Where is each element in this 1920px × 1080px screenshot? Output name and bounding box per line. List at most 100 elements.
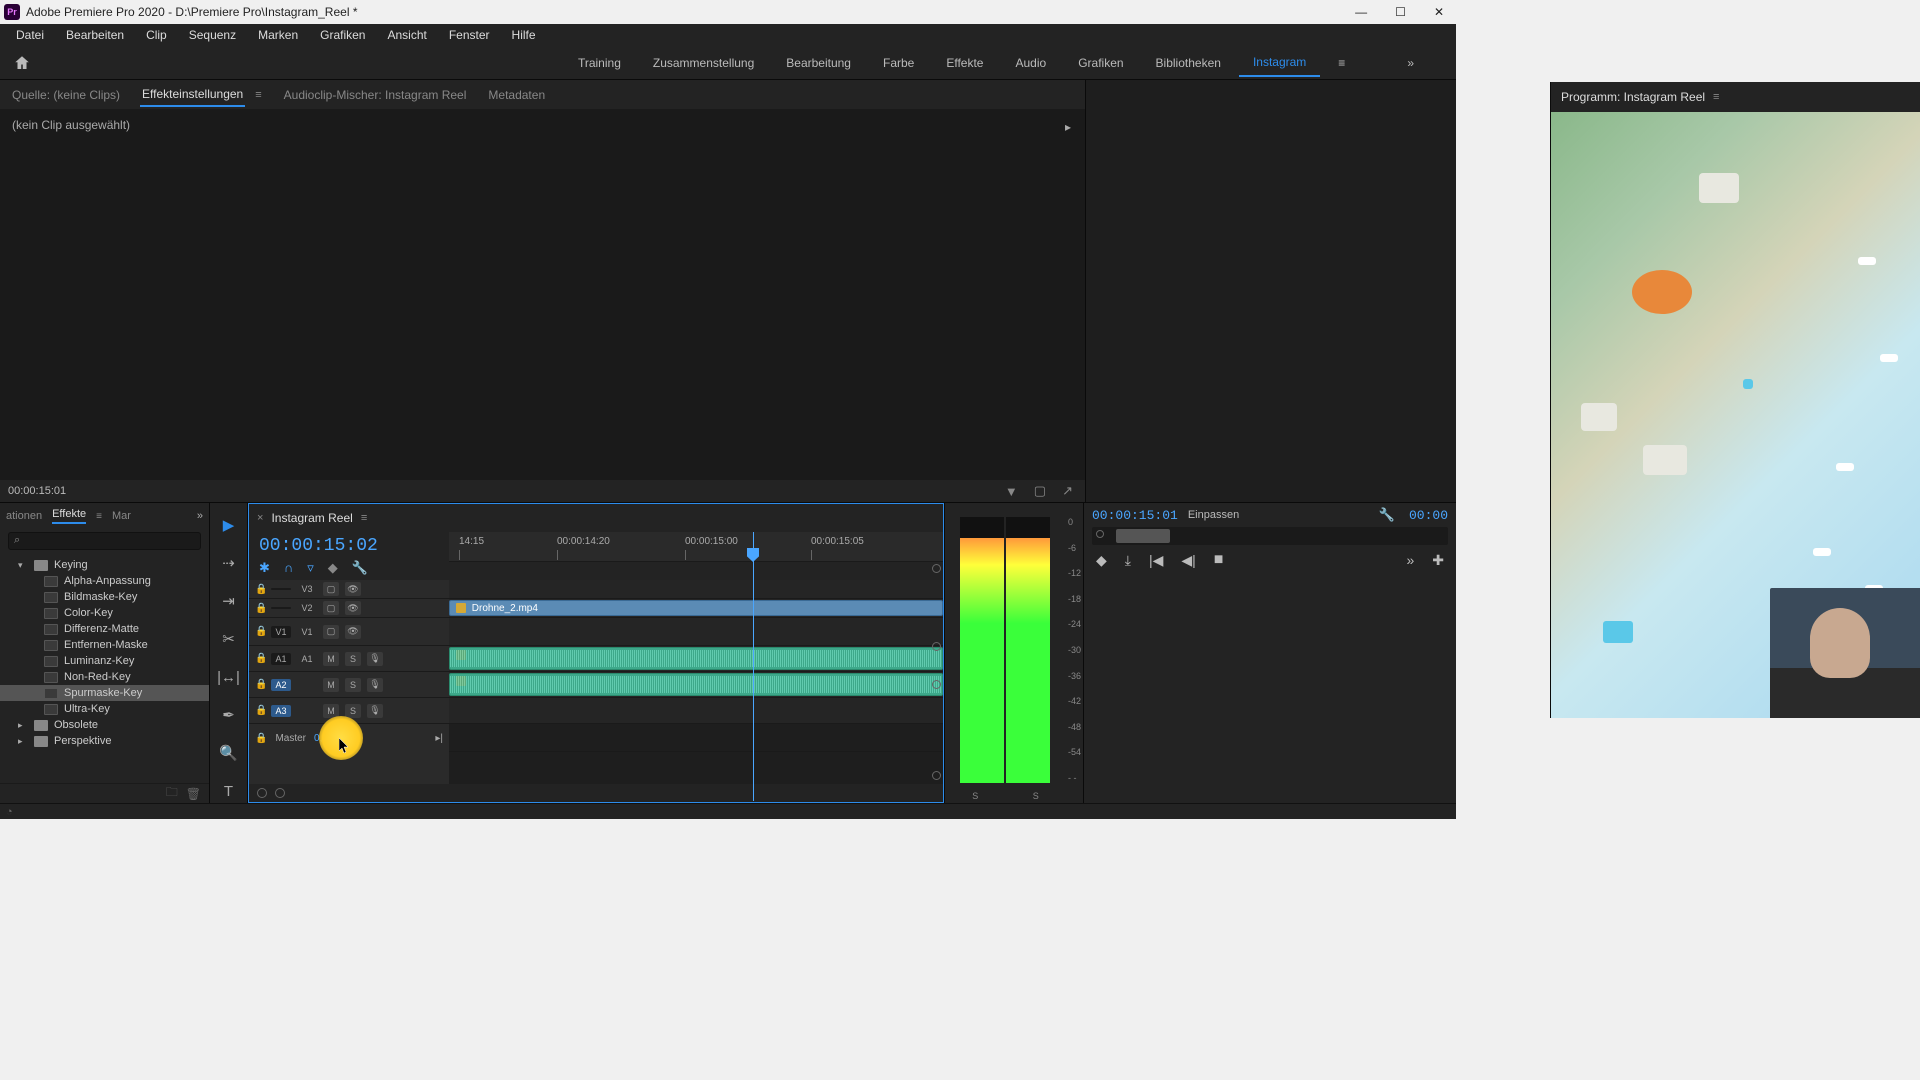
- export-frame-icon[interactable]: ▢: [1030, 483, 1050, 499]
- target-patch[interactable]: A1: [297, 654, 317, 664]
- play-button[interactable]: ■: [1210, 549, 1228, 571]
- track-header-a2[interactable]: 🔒 A2 M S 🎙: [249, 672, 449, 698]
- filter-icon[interactable]: ▼: [1001, 484, 1022, 499]
- effects-tree[interactable]: ▾ Keying Alpha-Anpassung Bildmaske-Key C…: [0, 553, 209, 783]
- panel-menu-icon[interactable]: ≡: [96, 511, 102, 522]
- menu-marken[interactable]: Marken: [248, 26, 308, 44]
- menu-bearbeiten[interactable]: Bearbeiten: [56, 26, 134, 44]
- menu-grafiken[interactable]: Grafiken: [310, 26, 375, 44]
- marker-icon[interactable]: ◆: [328, 560, 338, 576]
- menu-hilfe[interactable]: Hilfe: [502, 26, 546, 44]
- add-marker-icon[interactable]: ▿: [307, 560, 314, 576]
- zoom-handle-right[interactable]: [275, 788, 285, 798]
- share-icon[interactable]: ↗: [1058, 483, 1077, 499]
- menu-ansicht[interactable]: Ansicht: [377, 26, 436, 44]
- folder-perspektive[interactable]: ▸ Perspektive: [0, 733, 209, 749]
- lock-icon[interactable]: 🔒: [255, 603, 265, 614]
- tab-truncated-left[interactable]: ationen: [6, 510, 42, 522]
- menu-sequenz[interactable]: Sequenz: [179, 26, 246, 44]
- go-to-in-button[interactable]: |◀: [1145, 550, 1167, 571]
- track-select-tool[interactable]: ⇢: [217, 551, 241, 575]
- effect-luminanz-key[interactable]: Luminanz-Key: [0, 653, 209, 669]
- video-clip[interactable]: Drohne_2.mp4: [449, 600, 943, 616]
- lock-icon[interactable]: 🔒: [255, 733, 267, 744]
- workspace-menu-icon[interactable]: ≡: [1324, 50, 1359, 76]
- workspace-effekte[interactable]: Effekte: [932, 50, 997, 76]
- source-patch[interactable]: A3: [271, 705, 291, 717]
- lock-icon[interactable]: 🔒: [255, 705, 265, 716]
- sync-lock-icon[interactable]: [932, 564, 941, 573]
- chevron-down-icon[interactable]: ▾: [18, 560, 28, 571]
- home-icon[interactable]: [12, 54, 32, 72]
- audio-clip[interactable]: [449, 647, 943, 670]
- workspace-bearbeitung[interactable]: Bearbeitung: [772, 50, 865, 76]
- toggle-output-icon[interactable]: 👁: [345, 582, 361, 596]
- track-header-v3[interactable]: 🔒 V3 ▢ 👁: [249, 580, 449, 599]
- source-patch[interactable]: A1: [271, 653, 291, 665]
- timeline-ruler[interactable]: 14:15 00:00:14:20 00:00:15:00 00:00:15:0…: [449, 532, 943, 562]
- effect-ultra-key[interactable]: Ultra-Key: [0, 701, 209, 717]
- workspace-training[interactable]: Training: [564, 50, 635, 76]
- overflow-icon[interactable]: »: [1402, 550, 1418, 570]
- razor-tool[interactable]: ✂: [217, 627, 241, 651]
- lock-icon[interactable]: 🔒: [255, 653, 265, 664]
- track-master[interactable]: [449, 724, 943, 752]
- type-tool[interactable]: T: [217, 779, 241, 803]
- minimize-button[interactable]: —: [1347, 5, 1375, 19]
- program-timecode[interactable]: 00:00:15:01: [1092, 508, 1178, 523]
- pen-tool[interactable]: ✒: [217, 703, 241, 727]
- slip-tool[interactable]: |↔|: [217, 665, 241, 689]
- add-marker-button[interactable]: ◆: [1092, 550, 1111, 571]
- track-content[interactable]: Drohne_2.mp4: [449, 580, 943, 784]
- zoom-tool[interactable]: 🔍: [217, 741, 241, 765]
- step-back-button[interactable]: ◀|: [1177, 550, 1199, 571]
- menu-clip[interactable]: Clip: [136, 26, 177, 44]
- linked-selection-icon[interactable]: ∩: [284, 560, 293, 576]
- sync-lock-icon[interactable]: ▢: [323, 625, 339, 639]
- selection-tool[interactable]: ▶: [217, 513, 241, 537]
- effect-differenz-matte[interactable]: Differenz-Matte: [0, 621, 209, 637]
- mute-button[interactable]: M: [323, 704, 339, 718]
- scrub-handle-left[interactable]: [1096, 530, 1104, 538]
- close-sequence-icon[interactable]: ×: [257, 512, 263, 524]
- track-a2[interactable]: [449, 672, 943, 698]
- lock-icon[interactable]: 🔒: [255, 679, 265, 690]
- sequence-name[interactable]: Instagram Reel: [271, 511, 352, 525]
- effect-bildmaske-key[interactable]: Bildmaske-Key: [0, 589, 209, 605]
- track-header-v2[interactable]: 🔒 V2 ▢ 👁: [249, 599, 449, 618]
- workspace-bibliotheken[interactable]: Bibliotheken: [1142, 50, 1235, 76]
- track-header-a1[interactable]: 🔒 A1 A1 M S 🎙: [249, 646, 449, 672]
- lock-icon[interactable]: 🔒: [255, 626, 265, 637]
- track-v3[interactable]: [449, 580, 943, 599]
- workspace-overflow-icon[interactable]: »: [1393, 50, 1428, 76]
- sync-lock-icon[interactable]: ▢: [323, 601, 339, 615]
- zoom-fit-dropdown[interactable]: Einpassen: [1188, 509, 1239, 521]
- playhead-timecode[interactable]: 00:00:15:02: [259, 536, 439, 556]
- delete-icon[interactable]: 🗑: [186, 787, 201, 801]
- target-patch[interactable]: V3: [297, 584, 317, 594]
- source-patch[interactable]: V1: [271, 626, 291, 638]
- source-patch[interactable]: [271, 607, 291, 609]
- skip-end-icon[interactable]: ▸|: [435, 733, 443, 744]
- toggle-output-icon[interactable]: 👁: [345, 601, 361, 615]
- toggle-output-icon[interactable]: 👁: [345, 625, 361, 639]
- workspace-zusammenstellung[interactable]: Zusammenstellung: [639, 50, 768, 76]
- audio-clip[interactable]: [449, 673, 943, 696]
- settings-icon[interactable]: 🔧: [1375, 507, 1399, 523]
- track-header-v1[interactable]: 🔒 V1 V1 ▢ 👁: [249, 618, 449, 646]
- tab-truncated-right[interactable]: Mar: [112, 510, 131, 522]
- ripple-edit-tool[interactable]: ⇥: [217, 589, 241, 613]
- track-a3[interactable]: [449, 698, 943, 724]
- workspace-audio[interactable]: Audio: [1001, 50, 1060, 76]
- zoom-bar[interactable]: [249, 784, 943, 802]
- effect-non-red-key[interactable]: Non-Red-Key: [0, 669, 209, 685]
- mute-button[interactable]: M: [323, 678, 339, 692]
- effect-entfernen-maske[interactable]: Entfernen-Maske: [0, 637, 209, 653]
- expand-arrow-icon[interactable]: ▸: [1065, 120, 1071, 134]
- sync-lock-icon[interactable]: ▢: [323, 582, 339, 596]
- program-scrubber[interactable]: [1092, 527, 1448, 545]
- effect-spurmaske-key[interactable]: Spurmaske-Key: [0, 685, 209, 701]
- voice-over-icon[interactable]: 🎙: [367, 678, 383, 692]
- program-monitor[interactable]: [1551, 112, 1920, 718]
- maximize-button[interactable]: ☐: [1387, 5, 1414, 19]
